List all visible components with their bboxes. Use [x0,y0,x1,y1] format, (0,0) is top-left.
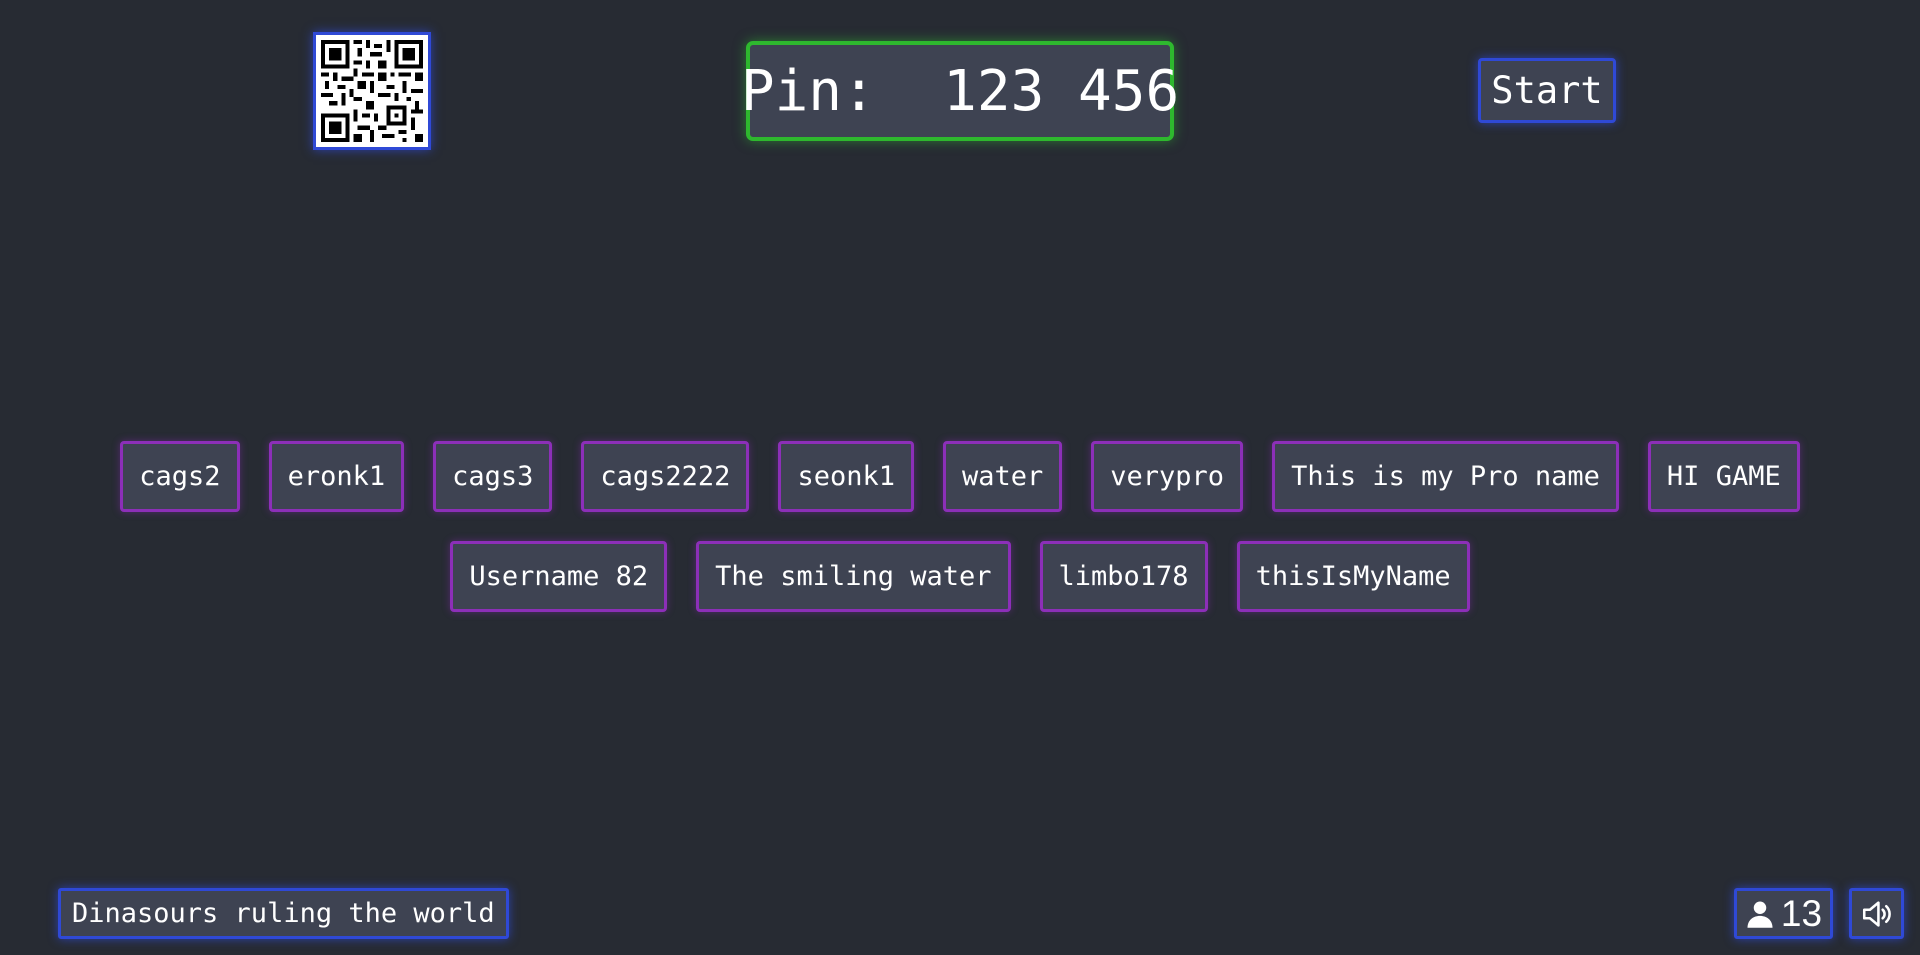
start-button[interactable]: Start [1478,58,1616,123]
player-name-tag: limbo178 [1039,541,1208,612]
player-name-tag: cags2 [120,441,240,512]
qr-code-icon [321,40,423,142]
person-icon [1747,901,1773,928]
player-name-tag: seonk1 [778,441,914,512]
player-list: cags2 eronk1 cags3 cags2222 seonk1 water… [100,441,1820,612]
player-name-tag: The smiling water [696,541,1011,612]
sound-toggle-button[interactable] [1849,888,1904,939]
quiz-topic-label: Dinasours ruling the world [58,888,509,939]
lobby-screen: Pin: 123 456 Start cags2 eronk1 cags3 ca… [0,0,1920,955]
player-name-tag: eronk1 [268,441,405,512]
speaker-icon [1862,900,1891,927]
player-name-tag: cags3 [433,441,553,512]
player-name-tag: Username 82 [450,541,668,612]
qr-code [313,32,431,150]
player-name-tag: thisIsMyName [1236,541,1470,612]
game-pin-display: Pin: 123 456 [741,41,1179,141]
player-count-value: 13 [1780,892,1823,934]
player-name-tag: cags2222 [581,441,750,512]
player-name-tag: This is my Pro name [1272,441,1619,512]
player-count-badge: 13 [1734,888,1833,939]
player-name-tag: water [942,441,1063,512]
player-name-tag: verypro [1091,441,1244,512]
player-name-tag: HI GAME [1647,441,1800,512]
